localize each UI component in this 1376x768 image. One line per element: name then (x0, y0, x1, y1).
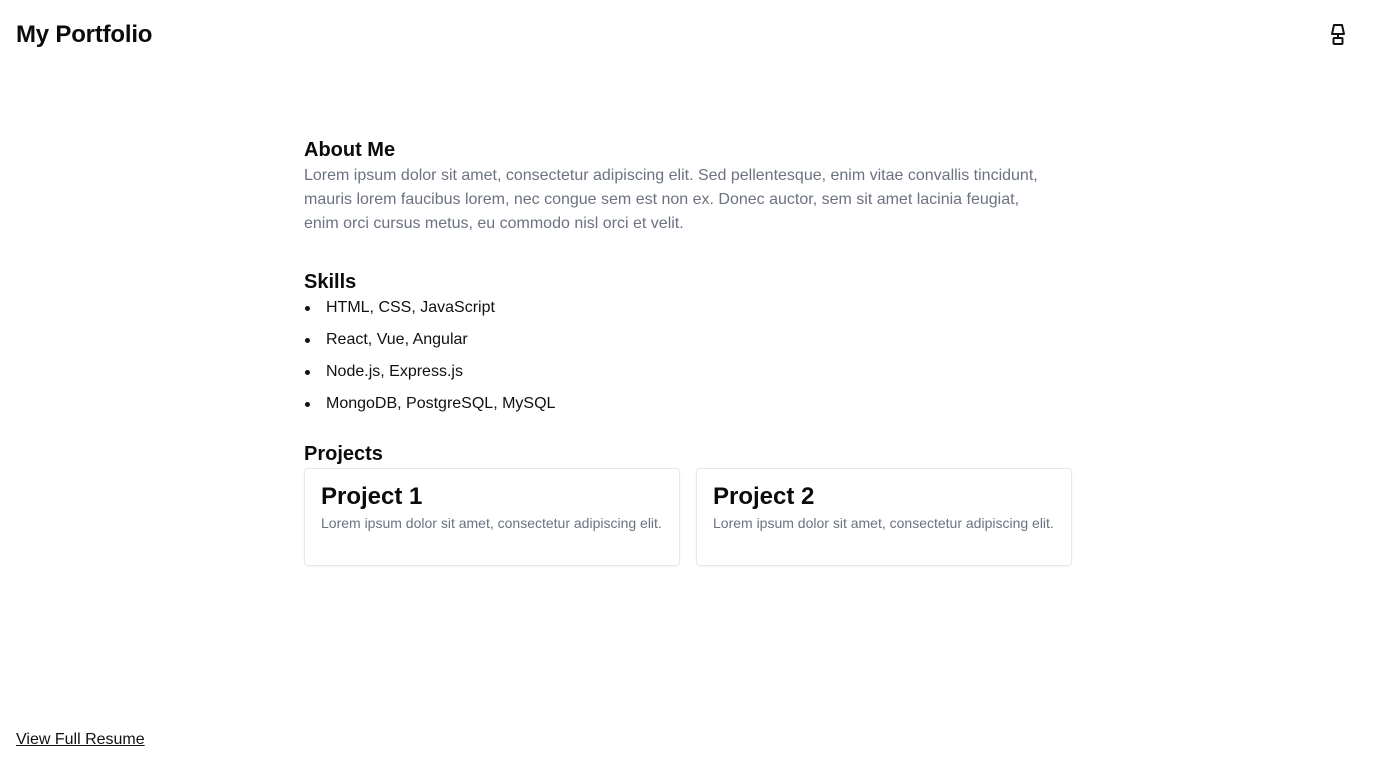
view-resume-link[interactable]: View Full Resume (16, 730, 145, 750)
projects-section: Projects Project 1 Lorem ipsum dolor sit… (304, 442, 1072, 566)
skills-list: HTML, CSS, JavaScript React, Vue, Angula… (304, 296, 1072, 424)
project-title: Project 1 (321, 483, 423, 510)
project-card[interactable]: Project 1 Lorem ipsum dolor sit amet, co… (304, 468, 680, 566)
about-section: About Me Lorem ipsum dolor sit amet, con… (304, 138, 1072, 236)
project-description: Lorem ipsum dolor sit amet, consectetur … (713, 515, 1054, 531)
page: My Portfolio About Me Lorem ipsum dolor … (0, 0, 1376, 768)
about-heading: About Me (304, 139, 396, 161)
skill-item: MongoDB, PostgreSQL, MySQL (304, 392, 1072, 424)
skill-item: React, Vue, Angular (304, 328, 1072, 360)
theme-toggle-button[interactable] (1324, 22, 1352, 50)
skills-heading: Skills (304, 271, 357, 293)
project-description: Lorem ipsum dolor sit amet, consectetur … (321, 515, 662, 531)
project-card[interactable]: Project 2 Lorem ipsum dolor sit amet, co… (696, 468, 1072, 566)
lamp-icon (1327, 23, 1349, 50)
projects-heading: Projects (304, 443, 383, 465)
project-title: Project 2 (713, 483, 815, 510)
site-title: My Portfolio (16, 21, 153, 48)
skill-item: Node.js, Express.js (304, 360, 1072, 392)
skill-item: HTML, CSS, JavaScript (304, 296, 1072, 328)
skills-section: Skills HTML, CSS, JavaScript React, Vue,… (304, 270, 1072, 424)
top-bar: My Portfolio (0, 0, 1376, 72)
projects-grid: Project 1 Lorem ipsum dolor sit amet, co… (304, 468, 1072, 566)
main-content: About Me Lorem ipsum dolor sit amet, con… (304, 138, 1072, 566)
about-text: Lorem ipsum dolor sit amet, consectetur … (304, 167, 1038, 232)
